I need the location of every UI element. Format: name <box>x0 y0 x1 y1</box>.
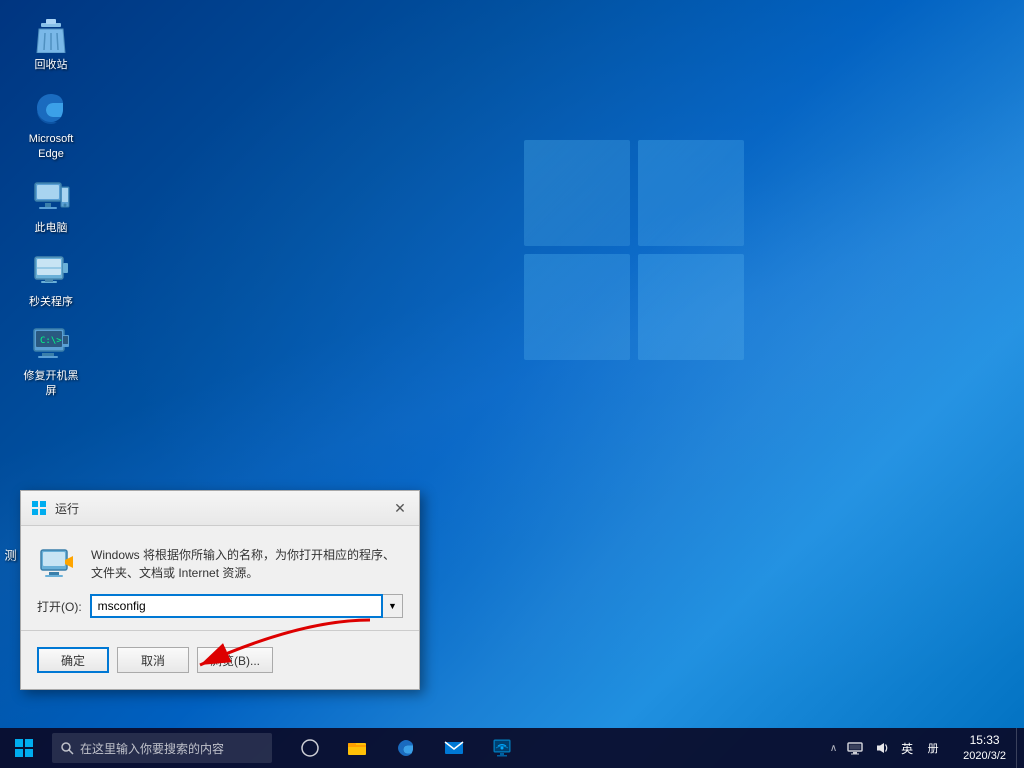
run-ok-button[interactable]: 确定 <box>37 647 109 673</box>
taskbar-right-area: ∧ <box>818 728 1024 768</box>
taskbar-clock[interactable]: 15:33 2020/3/2 <box>953 728 1016 768</box>
ime-mode-indicator[interactable]: 册 <box>921 728 945 768</box>
run-dialog-buttons: 确定 取消 浏览(B)... <box>37 643 403 673</box>
run-dialog-description: Windows 将根据你所输入的名称，为你打开相应的程序、 文件夹、文档或 In… <box>91 542 403 582</box>
taskbar-search-text: 在这里输入你要搜索的内容 <box>80 740 224 757</box>
quick-program-label: 秒关程序 <box>29 295 73 309</box>
start-button[interactable] <box>0 728 48 768</box>
repair-screen-icon[interactable]: C:\> 修复开机黑屏 <box>15 321 87 402</box>
run-header-icon <box>37 542 77 582</box>
desktop-icons-container: 回收站 MicrosoftEdge <box>15 10 87 402</box>
clock-date: 2020/3/2 <box>963 749 1006 763</box>
desktop: 回收站 MicrosoftEdge <box>0 0 1024 768</box>
recycle-bin-image <box>31 14 71 54</box>
ime-lang-text: 英 <box>901 740 913 757</box>
tray-expand-icon[interactable]: ∧ <box>826 743 841 754</box>
tray-network-icon[interactable] <box>843 728 867 768</box>
search-icon <box>60 741 74 755</box>
quick-program-icon[interactable]: 秒关程序 <box>15 247 87 313</box>
run-input-label: 打开(O): <box>37 598 82 615</box>
run-dialog-content: Windows 将根据你所输入的名称，为你打开相应的程序、 文件夹、文档或 In… <box>21 526 419 689</box>
edge-label: MicrosoftEdge <box>29 132 74 161</box>
taskbar-edge[interactable] <box>384 728 428 768</box>
repair-screen-image: C:\> <box>31 325 71 365</box>
this-pc-label: 此电脑 <box>35 221 68 235</box>
recycle-bin-icon[interactable]: 回收站 <box>15 10 87 76</box>
run-dialog-close-button[interactable]: ✕ <box>391 499 409 517</box>
run-dialog-titlebar: 运行 ✕ <box>21 491 419 526</box>
run-title-icon <box>31 500 47 516</box>
taskbar: 在这里输入你要搜索的内容 <box>0 728 1024 768</box>
tray-volume-icon[interactable] <box>869 728 893 768</box>
taskbar-network[interactable] <box>480 728 524 768</box>
edge-image <box>31 88 71 128</box>
repair-screen-label: 修复开机黑屏 <box>19 369 83 398</box>
recycle-bin-label: 回收站 <box>35 58 68 72</box>
edge-icon[interactable]: MicrosoftEdge <box>15 84 87 165</box>
run-input-row: 打开(O): ▼ <box>37 594 403 618</box>
run-input-field[interactable] <box>90 594 383 618</box>
svg-text:C:\>: C:\> <box>40 336 62 346</box>
windows-logo-background <box>524 140 844 460</box>
ime-language-indicator[interactable]: 英 <box>895 728 919 768</box>
run-browse-button[interactable]: 浏览(B)... <box>197 647 273 673</box>
left-edge-label: 测 <box>0 545 21 565</box>
run-dialog-header: Windows 将根据你所输入的名称，为你打开相应的程序、 文件夹、文档或 In… <box>37 542 403 582</box>
clock-time: 15:33 <box>970 733 1000 749</box>
run-input-wrapper: ▼ <box>90 594 403 618</box>
task-view-button[interactable] <box>288 728 332 768</box>
ime-mode-text: 册 <box>928 740 939 756</box>
run-dialog: 运行 ✕ Windows 将根据你所输入的名称，为你打开相应的程序、 文件夹、文… <box>20 490 420 690</box>
run-dialog-title: 运行 <box>55 500 79 517</box>
tray-icons: ∧ <box>818 728 953 768</box>
quick-program-image <box>31 251 71 291</box>
run-dialog-divider <box>21 630 419 631</box>
this-pc-image <box>31 177 71 217</box>
run-cancel-button[interactable]: 取消 <box>117 647 189 673</box>
taskbar-search-bar[interactable]: 在这里输入你要搜索的内容 <box>52 733 272 763</box>
run-title-left: 运行 <box>31 500 79 517</box>
run-dropdown-button[interactable]: ▼ <box>383 594 403 618</box>
show-desktop-button[interactable] <box>1016 728 1024 768</box>
taskbar-mail[interactable] <box>432 728 476 768</box>
this-pc-icon[interactable]: 此电脑 <box>15 173 87 239</box>
taskbar-file-explorer[interactable] <box>336 728 380 768</box>
taskbar-pinned-apps <box>288 728 524 768</box>
